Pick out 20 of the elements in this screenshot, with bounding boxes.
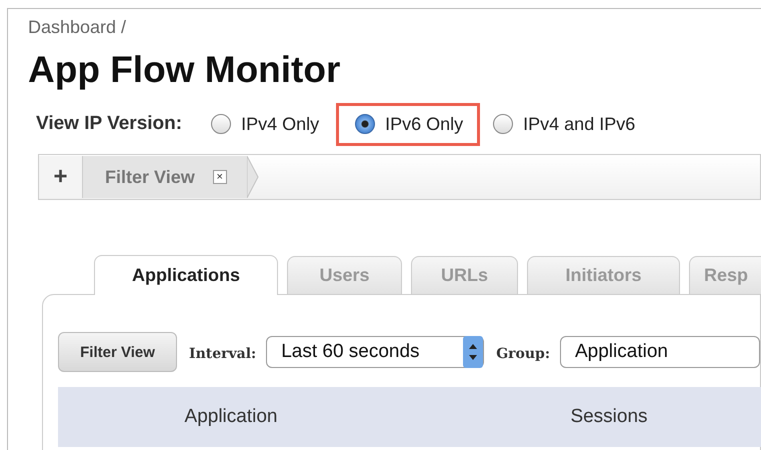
interval-label: Interval:: [189, 346, 256, 362]
tab[interactable]: Applications: [94, 255, 278, 295]
radio-button[interactable]: [355, 114, 376, 134]
interval-select[interactable]: Last 60 seconds: [266, 336, 484, 368]
stepper-icon: [463, 336, 484, 368]
filter-view-button[interactable]: Filter View: [58, 332, 178, 372]
ip-version-label: View IP Version:: [36, 113, 182, 135]
group-select[interactable]: Application: [560, 336, 760, 368]
group-label: Group:: [496, 346, 550, 362]
radio-button[interactable]: [493, 114, 514, 134]
column-header[interactable]: Sessions: [404, 406, 761, 428]
column-header[interactable]: Application: [58, 406, 404, 428]
radio-label[interactable]: IPv4 Only: [241, 114, 320, 134]
close-button[interactable]: ×: [212, 170, 227, 184]
filter-tab-label[interactable]: Filter View: [105, 166, 195, 188]
page-title: App Flow Monitor: [28, 48, 342, 92]
radio-button[interactable]: [211, 114, 232, 134]
breadcrumb[interactable]: Dashboard /: [28, 17, 126, 38]
radio-label[interactable]: IPv4 and IPv6: [523, 114, 636, 134]
add-button[interactable]: +: [39, 156, 83, 198]
